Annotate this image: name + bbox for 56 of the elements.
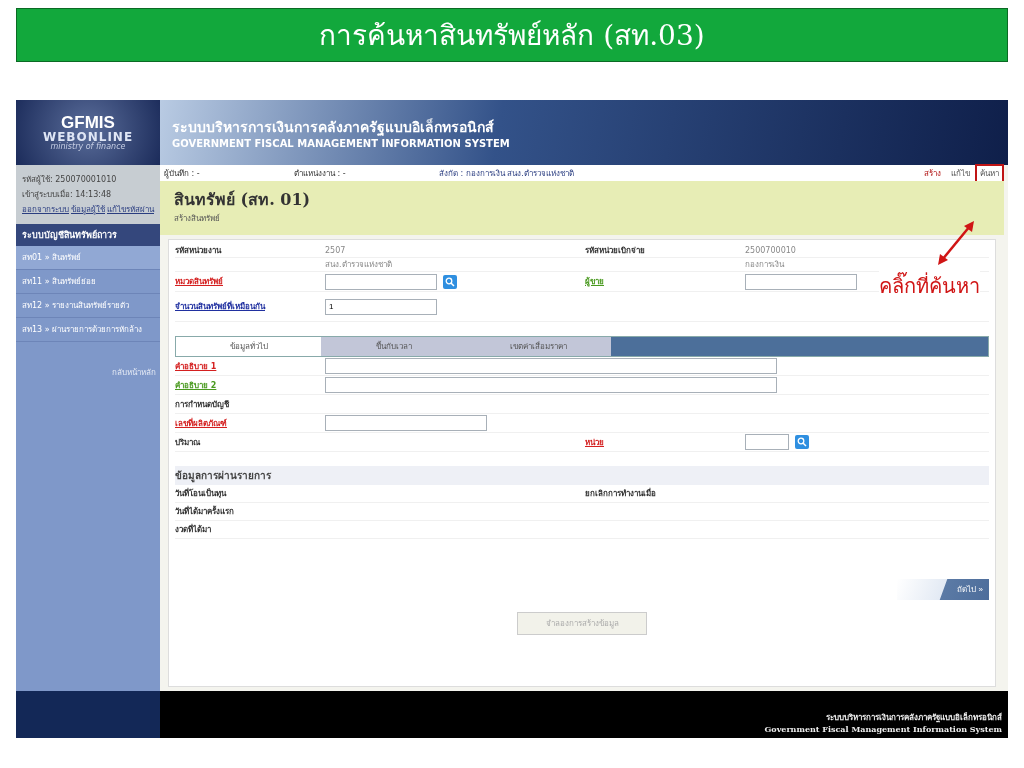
footer-text: Government Fiscal Management Information System: [764, 724, 1002, 734]
logo-text: GFMIS: [61, 114, 115, 131]
user-id: รหัสผู้ใช้: 250070001010: [22, 174, 118, 186]
field-label[interactable]: คำอธิบาย 2: [175, 378, 325, 392]
field-value: สนง.ตำรวจแห่งชาติ: [325, 259, 393, 271]
field-label[interactable]: หน่วย: [585, 435, 745, 449]
logo-text: ministry of finance: [50, 143, 126, 151]
footer-text: ระบบบริหารการเงินการคลังภาครัฐแบบอิเล็กทรอนิกส์: [826, 711, 1002, 724]
next-button[interactable]: ถัดไป »: [897, 579, 989, 600]
input-field[interactable]: 1: [325, 298, 437, 315]
input-field[interactable]: [325, 358, 777, 374]
field-value: กองการเงิน: [745, 259, 786, 271]
input-field[interactable]: [745, 434, 789, 450]
tab[interactable]: ขึ้นกับเวลา: [321, 337, 466, 356]
system-title: GOVERNMENT FISCAL MANAGEMENT INFORMATION SYSTEM: [172, 138, 511, 149]
page-title: สินทรัพย์ (สท. 01): [174, 189, 312, 211]
recorder-text: ผู้บันทึก : -: [164, 167, 201, 180]
user-link[interactable]: ข้อมูลผู้ใช้: [71, 203, 105, 216]
field-label: การกำหนดบัญชี: [175, 398, 230, 411]
page-subtitle: สร้างสินทรัพย์: [174, 213, 221, 225]
system-title: ระบบบริหารการเงินการคลังภาครัฐแบบอิเล็กทรอนิกส์: [172, 117, 495, 138]
position-text: ตำแหน่งงาน : -: [294, 167, 347, 180]
login-time: เข้าสู่ระบบเมื่อ: 14:13:48: [22, 188, 113, 201]
field-label[interactable]: จำนวนสินทรัพย์ที่เหมือนกัน: [175, 300, 325, 313]
search-icon: [797, 437, 807, 447]
logo-text: WEBONLINE: [42, 131, 134, 143]
action-link[interactable]: แก้ไข: [946, 163, 975, 183]
field-label[interactable]: คำอธิบาย 1: [175, 359, 325, 373]
field-label[interactable]: ผู้ขาย: [585, 275, 745, 288]
affiliation-text: สังกัด : กองการเงิน สนง.ตำรวจแห่งชาติ: [439, 167, 575, 180]
field-label: วันที่ได้มาครั้งแรก: [175, 505, 235, 518]
field-value: 2507: [325, 246, 347, 255]
input-field[interactable]: [745, 273, 857, 290]
field-label: ยกเลิกการทำงานเมื่อ: [585, 487, 657, 500]
user-link[interactable]: ออกจากระบบ: [22, 203, 69, 216]
action-link[interactable]: สร้าง: [919, 163, 946, 183]
field-label[interactable]: เลขที่ผลิตภัณฑ์: [175, 416, 325, 430]
section-title: ข้อมูลการผ่านรายการ: [175, 466, 989, 485]
field-label: รหัสหน่วยงาน: [175, 245, 223, 257]
search-icon: [445, 276, 455, 287]
tab[interactable]: ข้อมูลทั่วไป: [176, 337, 321, 356]
input-field[interactable]: [325, 273, 437, 290]
field-label: ปริมาณ: [175, 436, 201, 449]
field-label: วันที่โอนเป็นทุน: [175, 487, 228, 500]
input-field[interactable]: [325, 415, 487, 431]
field-value: 2500700010: [745, 246, 797, 255]
field-label: งวดที่ได้มา: [175, 523, 212, 536]
field-label: รหัสหน่วยเบิกจ่าย: [585, 245, 646, 257]
input-field[interactable]: [325, 377, 777, 393]
search-button[interactable]: [795, 435, 809, 449]
menu-title: ระบบบัญชีสินทรัพย์ถาวร: [16, 224, 160, 246]
field-label[interactable]: หมวดสินทรัพย์: [175, 275, 325, 288]
slide-title: การค้นหาสินทรัพย์หลัก (สท.03): [16, 8, 1008, 62]
search-button[interactable]: [443, 274, 457, 289]
tab[interactable]: เขตค่าเสื่อมราคา: [466, 337, 611, 356]
user-link[interactable]: แก้ไขรหัสผ่าน: [107, 203, 154, 216]
